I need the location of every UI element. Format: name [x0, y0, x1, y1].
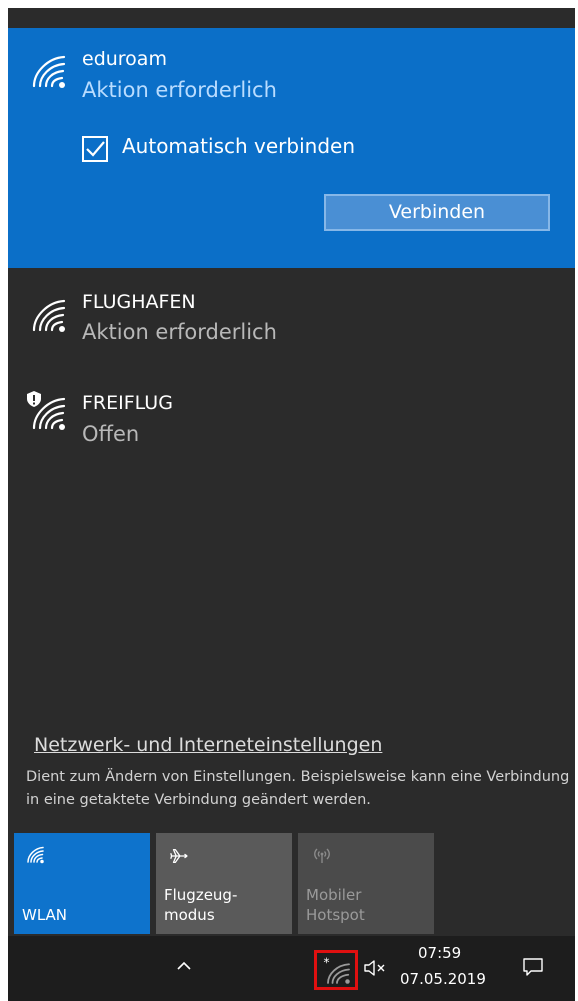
- clock-time[interactable]: 07:59: [418, 944, 461, 962]
- wifi-icon: [27, 846, 44, 864]
- network-icon: *: [324, 956, 350, 984]
- tray-network-button[interactable]: *: [314, 950, 358, 990]
- tile-label: WLAN: [22, 906, 68, 924]
- taskbar: * 07:59 07.05.2019: [8, 936, 575, 1001]
- network-item-eduroam[interactable]: eduroam Aktion erforderlich Automatisch …: [8, 28, 575, 268]
- hotspot-icon: [314, 848, 330, 863]
- airplane-mode-tile[interactable]: Flugzeug- modus: [156, 833, 292, 934]
- wifi-open-icon: [32, 397, 66, 430]
- network-status: Aktion erforderlich: [82, 320, 277, 344]
- speaker-muted-icon[interactable]: [363, 958, 387, 978]
- network-status: Aktion erforderlich: [82, 78, 277, 102]
- network-name: FREIFLUG: [82, 392, 173, 414]
- flyout-top-strip: [8, 8, 575, 28]
- mobile-hotspot-tile[interactable]: Mobiler Hotspot: [298, 833, 434, 934]
- airplane-icon: [170, 848, 188, 864]
- tile-label-line2: Hotspot: [306, 906, 365, 924]
- network-settings-link[interactable]: Netzwerk- und Interneteinstellungen: [34, 734, 382, 756]
- tile-label-line1: Mobiler: [306, 886, 362, 904]
- network-status: Offen: [82, 422, 140, 446]
- network-flyout: eduroam Aktion erforderlich Automatisch …: [8, 8, 575, 936]
- connect-button[interactable]: Verbinden: [324, 194, 550, 231]
- wifi-icon: [32, 299, 66, 332]
- clock-date[interactable]: 07.05.2019: [400, 970, 486, 988]
- auto-connect-checkbox[interactable]: [82, 136, 108, 162]
- chevron-up-icon[interactable]: [176, 960, 192, 972]
- action-center-icon[interactable]: [522, 956, 544, 978]
- tile-label-line1: Flugzeug-: [164, 886, 238, 904]
- auto-connect-label[interactable]: Automatisch verbinden: [122, 134, 355, 158]
- svg-text:*: *: [324, 956, 330, 970]
- network-settings-description: Dient zum Ändern von Einstellungen. Beis…: [26, 769, 570, 808]
- tile-label-line2: modus: [164, 906, 215, 924]
- network-name: eduroam: [82, 48, 167, 70]
- network-name: FLUGHAFEN: [82, 291, 196, 313]
- checkmark-icon: [86, 141, 105, 157]
- wifi-secured-icon: [32, 55, 66, 88]
- wlan-toggle-tile[interactable]: WLAN: [14, 833, 150, 934]
